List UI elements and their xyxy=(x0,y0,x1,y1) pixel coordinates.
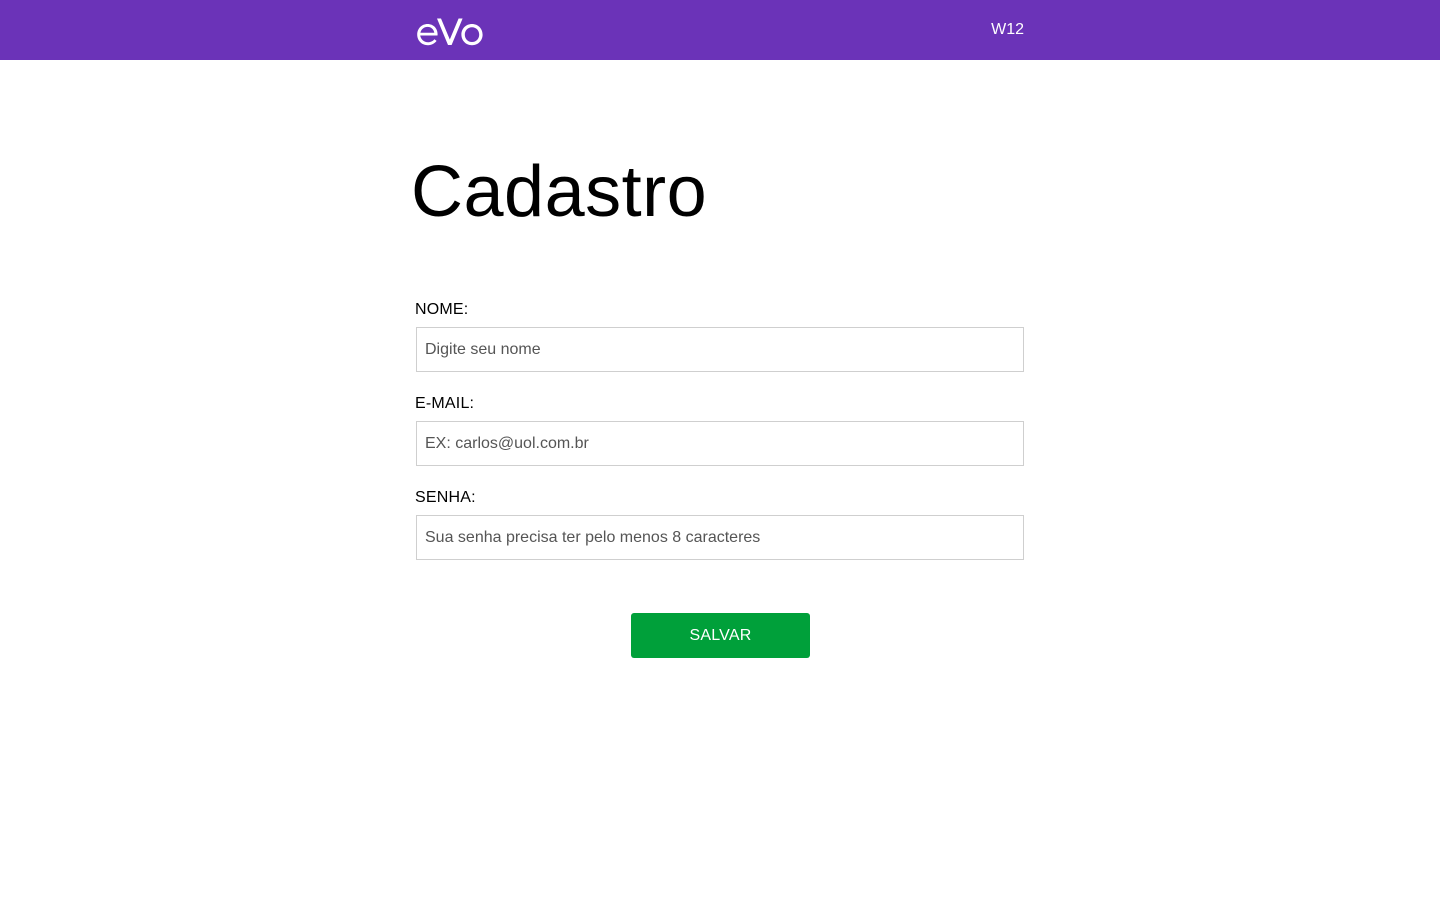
save-button[interactable]: SALVAR xyxy=(631,613,810,658)
password-input[interactable] xyxy=(416,515,1024,560)
evo-logo[interactable] xyxy=(416,12,484,48)
email-label: E-MAIL: xyxy=(415,395,475,412)
top-navigation-inner: W12 xyxy=(416,0,1024,60)
name-input[interactable] xyxy=(416,327,1024,372)
name-label: NOME: xyxy=(415,301,469,318)
email-input[interactable] xyxy=(416,421,1024,466)
password-label: SENHA: xyxy=(415,489,476,506)
top-navigation-bar: W12 xyxy=(0,0,1440,60)
page-title: Cadastro xyxy=(411,152,708,232)
brand-label: W12 xyxy=(991,21,1024,38)
